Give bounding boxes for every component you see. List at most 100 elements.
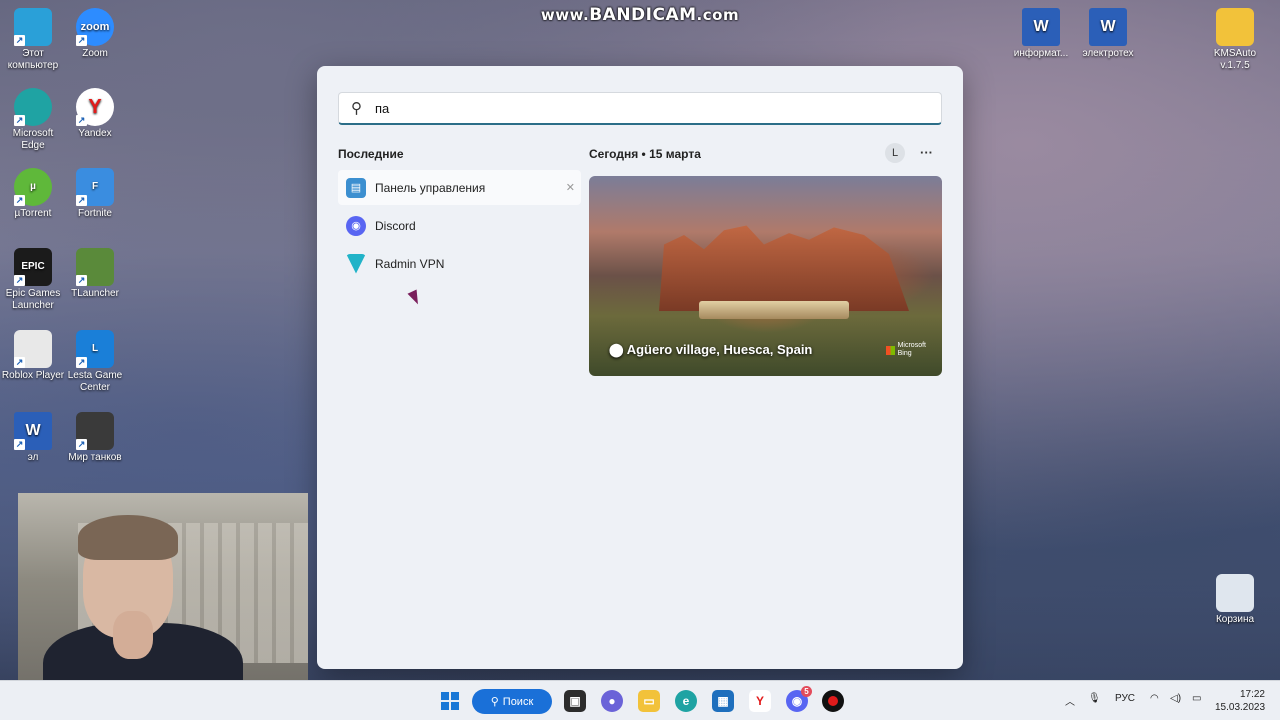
desktop-icon[interactable]: ↗ Этот компьютер [0,8,66,72]
search-icon: ⚲ [490,696,499,708]
discord-icon: ◉ [346,215,366,236]
shortcut-arrow-icon: ↗ [76,115,87,126]
shortcut-arrow-icon: ↗ [76,195,87,206]
photo-village [699,301,849,319]
desktop-icon-label: KMSAuto v.1.7.5 [1213,48,1257,71]
recent-title: Последние [338,147,404,161]
microsoft-store-icon[interactable]: ▦ [712,690,734,712]
recent-item-discord[interactable]: ◉ Discord [338,208,581,243]
shortcut-arrow-icon: ↗ [14,357,25,368]
recent-item-label: Панель управления [375,180,486,195]
shortcut-arrow-icon: ↗ [76,439,87,450]
word-icon: W [1089,8,1127,46]
search-icon: ⚲ [351,100,362,117]
discord-icon[interactable]: ◉ 5 [786,686,812,712]
control-panel-icon: ▤ [346,177,366,198]
shortcut-arrow-icon: ↗ [14,439,25,450]
system-clock[interactable]: 17:22 15.03.2023 [1215,688,1265,714]
taskbar-search-button[interactable]: ⚲ Поиск [472,689,552,714]
task-view-icon[interactable]: ▣ [564,690,586,712]
microsoft-bing-logo: Microsoft Bing [885,342,926,358]
shortcut-arrow-icon: ↗ [14,35,25,46]
wifi-icon[interactable]: ◠ [1150,693,1159,704]
desktop-icon[interactable]: EPIC ↗ Epic Games Launcher [0,248,66,312]
microsoft-logo-icon [885,345,895,355]
shortcut-arrow-icon: ↗ [76,35,87,46]
desktop-icon[interactable]: Корзина [1202,574,1268,626]
bandicam-record-icon[interactable] [822,690,844,712]
mouse-cursor [407,289,423,307]
desktop-icon[interactable]: Wинформат... [1008,8,1074,60]
start-menu: ⚲ Последние Сегодня • 15 марта L ··· ▤ П… [317,66,963,669]
notification-badge: 5 [801,686,812,697]
desktop-icon[interactable]: ↗ Мир танков [62,412,128,464]
chat-icon[interactable]: ● [601,690,623,712]
desktop-icon[interactable]: ↗ Microsoft Edge [0,88,66,152]
desktop-icon[interactable]: Y ↗ Yandex [62,88,128,140]
desktop-icon-label: Корзина [1215,614,1255,625]
edge-icon[interactable]: e [675,690,697,712]
photo-rock-formation [659,225,909,311]
chevron-up-icon[interactable]: ︿ [1065,693,1075,708]
word-icon: W ↗ [14,412,52,450]
start-search-input[interactable] [375,100,915,116]
language-indicator[interactable]: РУС [1115,693,1135,704]
user-avatar[interactable]: L [885,143,905,163]
desktop-icon[interactable]: L ↗ Lesta Game Center [62,330,128,394]
recycle-bin-icon [1216,574,1254,612]
utorrent-icon: µ ↗ [14,168,52,206]
taskbar: ⚲ Поиск ▣ ● ▭ e ▦ Y ◉ 5 ︿ 🎙 РУС ◠ ◁) ▭ 1… [0,680,1280,720]
monitor-icon: ↗ [14,8,52,46]
recent-item-label: Radmin VPN [375,256,445,271]
desktop-icon-label: Microsoft Edge [12,128,54,151]
desktop-icon[interactable]: zoom ↗ Zoom [62,8,128,60]
close-icon[interactable]: ✕ [566,181,575,194]
desktop-icon-label: Zoom [82,48,108,59]
today-date-header: Сегодня • 15 марта [589,147,701,161]
epic-games-icon: EPIC ↗ [14,248,52,286]
zoom-icon: zoom ↗ [76,8,114,46]
desktop-icon[interactable]: ↗ Roblox Player [0,330,66,382]
desktop-icon[interactable]: Wэлектротех [1075,8,1141,60]
desktop-icon-label: информат... [1013,48,1069,59]
recent-list: ▤ Панель управления ✕ ◉ Discord Radmin V… [338,170,581,307]
bing-featured-photo[interactable]: ⬤ Agüero village, Huesca, Spain Microsof… [589,176,942,376]
location-pin-icon: ⬤ [609,342,624,357]
desktop-icon-label: Epic Games Launcher [5,288,61,311]
tanks-icon: ↗ [76,412,114,450]
shortcut-arrow-icon: ↗ [76,357,87,368]
battery-icon[interactable]: ▭ [1192,693,1201,704]
desktop-icon-label: Lesta Game Center [67,370,123,393]
roblox-icon: ↗ [14,330,52,368]
recent-item-radmin-vpn[interactable]: Radmin VPN [338,246,581,281]
more-options-button[interactable]: ··· [920,145,933,160]
start-search-box[interactable]: ⚲ [338,92,942,125]
yandex-icon: Y ↗ [76,88,114,126]
file-explorer-icon[interactable]: ▭ [638,690,660,712]
folder-icon [1216,8,1254,46]
desktop-icon-label: эл [27,452,39,463]
shortcut-arrow-icon: ↗ [14,275,25,286]
desktop-icon-label: Этот компьютер [7,48,59,71]
desktop-icon-label: Мир танков [68,452,122,463]
lesta-icon: L ↗ [76,330,114,368]
desktop-icon[interactable]: µ ↗ µTorrent [0,168,66,220]
yandex-icon[interactable]: Y [749,690,771,712]
desktop-icon-label: µTorrent [14,208,52,219]
desktop-icon-label: TLauncher [71,288,119,299]
bandicam-watermark: www.BANDICAM.com [540,5,740,25]
fortnite-icon: F ↗ [76,168,114,206]
desktop-icon[interactable]: KMSAuto v.1.7.5 [1202,8,1268,72]
recent-item-control-panel[interactable]: ▤ Панель управления ✕ [338,170,581,205]
desktop-icon[interactable]: ↗ TLauncher [62,248,128,300]
desktop-icon[interactable]: W ↗ эл [0,412,66,464]
desktop-icon-label: электротех [1082,48,1134,59]
desktop-icon-label: Yandex [78,128,112,139]
volume-icon[interactable]: ◁) [1170,693,1181,704]
word-icon: W [1022,8,1060,46]
desktop-icon-label: Roblox Player [1,370,65,381]
shortcut-arrow-icon: ↗ [14,195,25,206]
windows-start-icon[interactable] [439,690,461,712]
desktop-icon[interactable]: F ↗ Fortnite [62,168,128,220]
microphone-icon[interactable]: 🎙 [1088,693,1101,704]
